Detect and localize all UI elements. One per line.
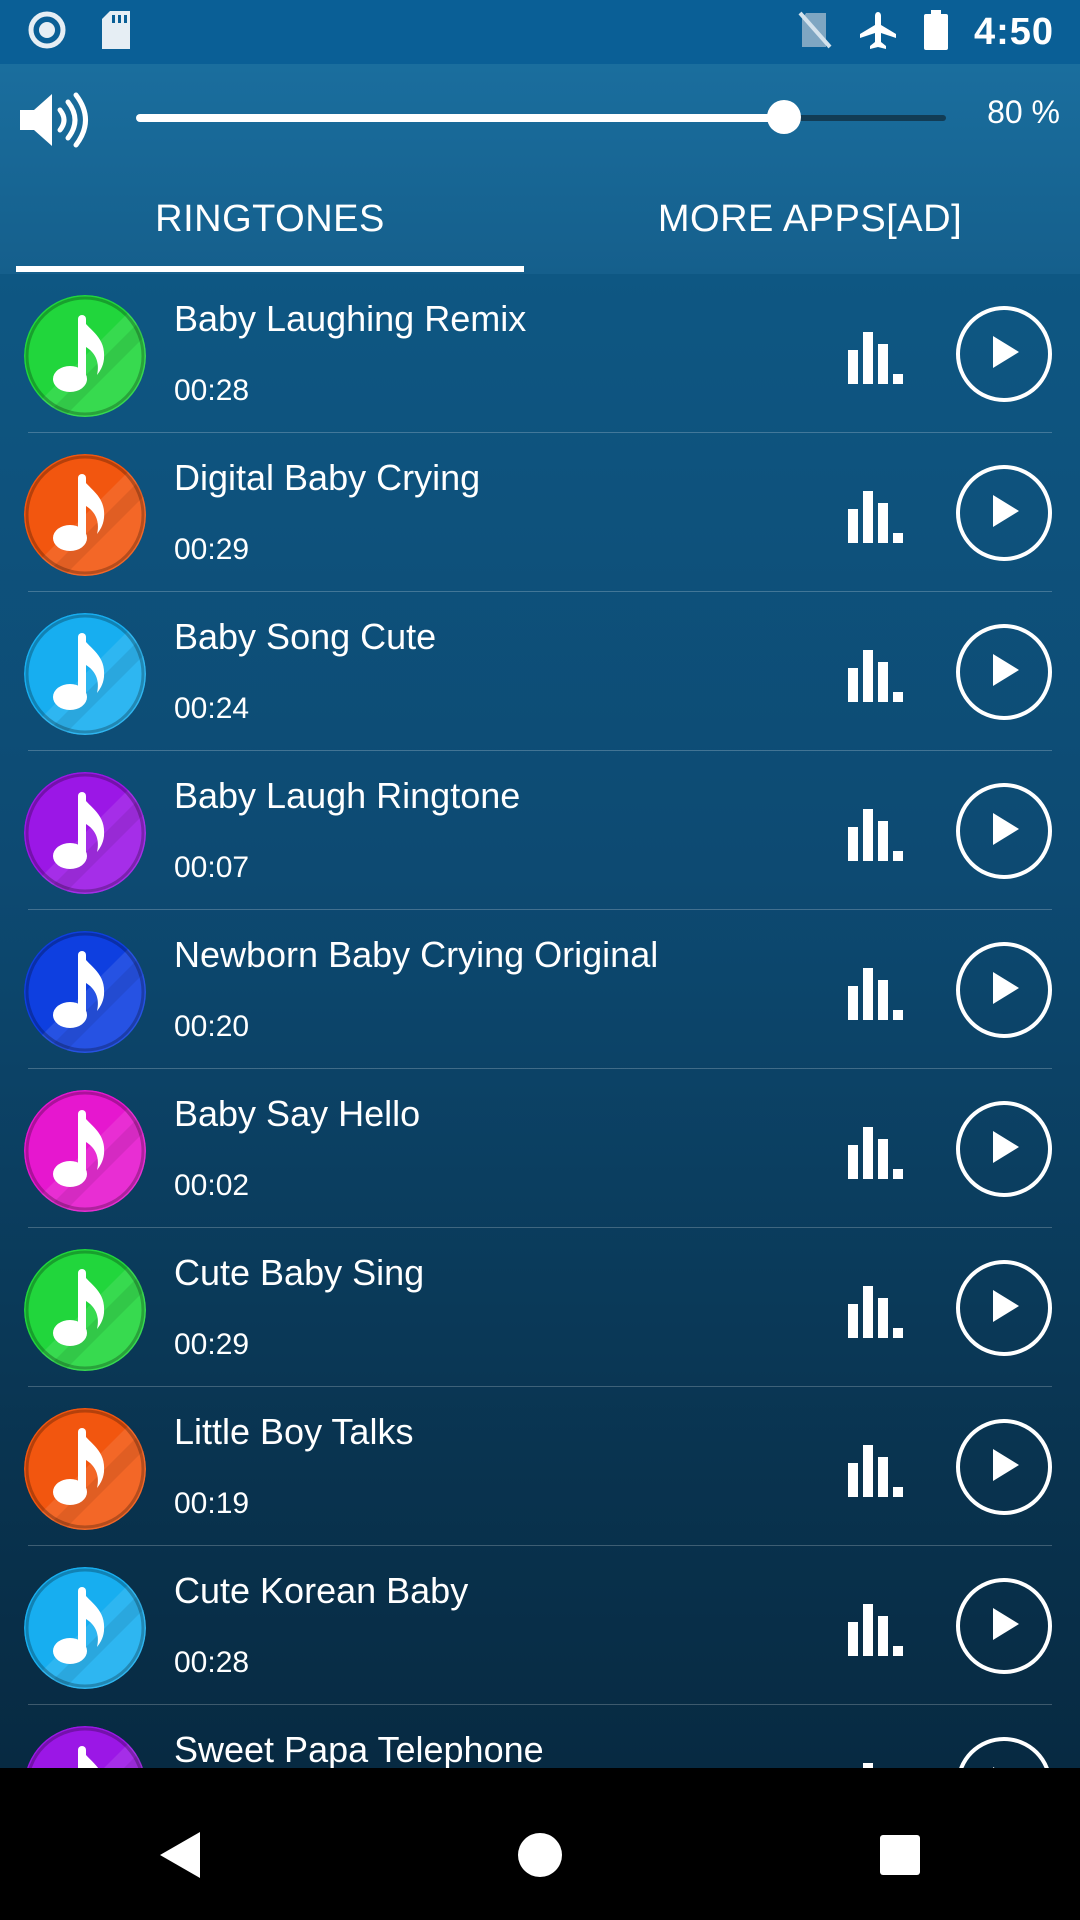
status-bar: 4:50 [0, 0, 1080, 64]
ringtone-item[interactable]: Baby Laugh Ringtone 00:07 [24, 751, 1052, 910]
ringtone-duration: 00:07 [174, 851, 250, 884]
ringtone-title: Sweet Papa Telephone [174, 1729, 544, 1768]
equalizer-icon[interactable] [848, 1282, 912, 1343]
play-icon [987, 1129, 1021, 1170]
play-button[interactable] [956, 1419, 1052, 1515]
ringtone-item[interactable]: Sweet Papa Telephone [27, 1705, 1052, 1768]
equalizer-icon[interactable] [848, 487, 912, 548]
ringtone-item[interactable]: Baby Say Hello 00:02 [24, 1069, 1052, 1228]
volume-row: 80 % [0, 64, 1080, 172]
play-button[interactable] [956, 306, 1052, 402]
ringtone-title: Newborn Baby Crying Original [174, 934, 659, 975]
play-button[interactable] [956, 624, 1052, 720]
music-note-icon [24, 1090, 146, 1212]
back-icon [158, 1830, 202, 1885]
tab-more-apps[interactable]: MORE APPS[AD] [540, 172, 1080, 274]
active-tab-indicator [16, 266, 524, 272]
sd-card-icon [100, 10, 132, 54]
ringtone-title: Digital Baby Crying [174, 457, 481, 498]
equalizer-icon[interactable] [848, 1759, 912, 1768]
ringtone-duration: 00:28 [174, 374, 250, 407]
music-note-icon [24, 931, 146, 1053]
clock: 4:50 [973, 10, 1054, 53]
equalizer-icon[interactable] [848, 328, 912, 389]
equalizer-icon[interactable] [848, 1441, 912, 1502]
play-icon [987, 652, 1021, 693]
ringtone-title: Baby Laugh Ringtone [174, 775, 521, 816]
ringtone-title: Cute Baby Sing [174, 1252, 425, 1293]
record-icon [28, 11, 66, 54]
tab-bar: RINGTONES MORE APPS[AD] [0, 172, 1080, 274]
play-icon [987, 1288, 1021, 1329]
list-bottom-edge [0, 1768, 1080, 1794]
play-icon [987, 1606, 1021, 1647]
home-button[interactable] [480, 1807, 600, 1907]
ringtone-title: Baby Laughing Remix [174, 298, 527, 339]
volume-slider[interactable] [136, 100, 946, 134]
ringtone-item[interactable]: Cute Baby Sing 00:29 [24, 1228, 1052, 1387]
music-note-icon [24, 295, 146, 417]
ringtone-item[interactable]: Newborn Baby Crying Original 00:20 [24, 910, 1052, 1069]
equalizer-icon[interactable] [848, 805, 912, 866]
play-button[interactable] [956, 1260, 1052, 1356]
ringtone-duration: 00:28 [174, 1646, 250, 1679]
play-icon [987, 811, 1021, 852]
battery-icon [923, 9, 948, 55]
play-button[interactable] [956, 1737, 1052, 1768]
ringtone-duration: 00:02 [174, 1169, 250, 1202]
ringtone-title: Cute Korean Baby [174, 1570, 469, 1611]
equalizer-icon[interactable] [848, 1123, 912, 1184]
ringtone-item[interactable]: Baby Song Cute 00:24 [24, 592, 1052, 751]
equalizer-icon[interactable] [848, 1600, 912, 1661]
tab-ringtones[interactable]: RINGTONES [0, 172, 540, 274]
music-note-icon [24, 1249, 146, 1371]
volume-slider-thumb[interactable] [767, 100, 801, 134]
recents-icon [879, 1834, 921, 1881]
play-icon [987, 970, 1021, 1011]
ringtone-duration: 00:29 [174, 533, 250, 566]
play-icon [987, 1447, 1021, 1488]
ringtone-item[interactable]: Digital Baby Crying 00:29 [24, 433, 1052, 592]
navigation-bar [0, 1794, 1080, 1920]
no-sim-icon [798, 11, 832, 54]
home-icon [517, 1832, 563, 1883]
volume-slider-fill [136, 114, 784, 122]
play-button[interactable] [956, 1578, 1052, 1674]
volume-percent: 80 % [987, 94, 1060, 130]
back-button[interactable] [120, 1807, 240, 1907]
ringtone-title: Baby Say Hello [174, 1093, 421, 1134]
ringtone-duration: 00:20 [174, 1010, 250, 1043]
ringtone-title: Baby Song Cute [174, 616, 437, 657]
play-button[interactable] [956, 1101, 1052, 1197]
music-note-icon [24, 454, 146, 576]
tab-ringtones-label: RINGTONES [155, 197, 385, 240]
equalizer-icon[interactable] [848, 646, 912, 707]
music-note-icon [24, 1408, 146, 1530]
music-note-icon [24, 613, 146, 735]
music-note-icon [24, 1567, 146, 1689]
ringtone-item[interactable]: Cute Korean Baby 00:28 [24, 1546, 1052, 1705]
header: 80 % RINGTONES MORE APPS[AD] [0, 64, 1080, 274]
ringtone-item[interactable]: Little Boy Talks 00:19 [24, 1387, 1052, 1546]
airplane-mode-icon [858, 10, 898, 55]
ringtone-title: Little Boy Talks [174, 1411, 414, 1452]
ringtone-item[interactable]: Baby Laughing Remix 00:28 [24, 274, 1052, 433]
ringtone-duration: 00:19 [174, 1487, 250, 1520]
recents-button[interactable] [840, 1807, 960, 1907]
ringtone-list[interactable]: Baby Laughing Remix 00:28 Digital Baby Cry… [0, 274, 1080, 1768]
tab-more-apps-label: MORE APPS[AD] [657, 197, 963, 240]
equalizer-icon[interactable] [848, 964, 912, 1025]
music-note-icon [24, 772, 146, 894]
play-icon [987, 334, 1021, 375]
ringtone-duration: 00:29 [174, 1328, 250, 1361]
ringtone-duration: 00:24 [174, 692, 250, 725]
music-note-icon [24, 1726, 146, 1768]
play-button[interactable] [956, 465, 1052, 561]
play-button[interactable] [956, 942, 1052, 1038]
speaker-icon[interactable] [18, 92, 94, 153]
play-icon [987, 493, 1021, 534]
play-button[interactable] [956, 783, 1052, 879]
